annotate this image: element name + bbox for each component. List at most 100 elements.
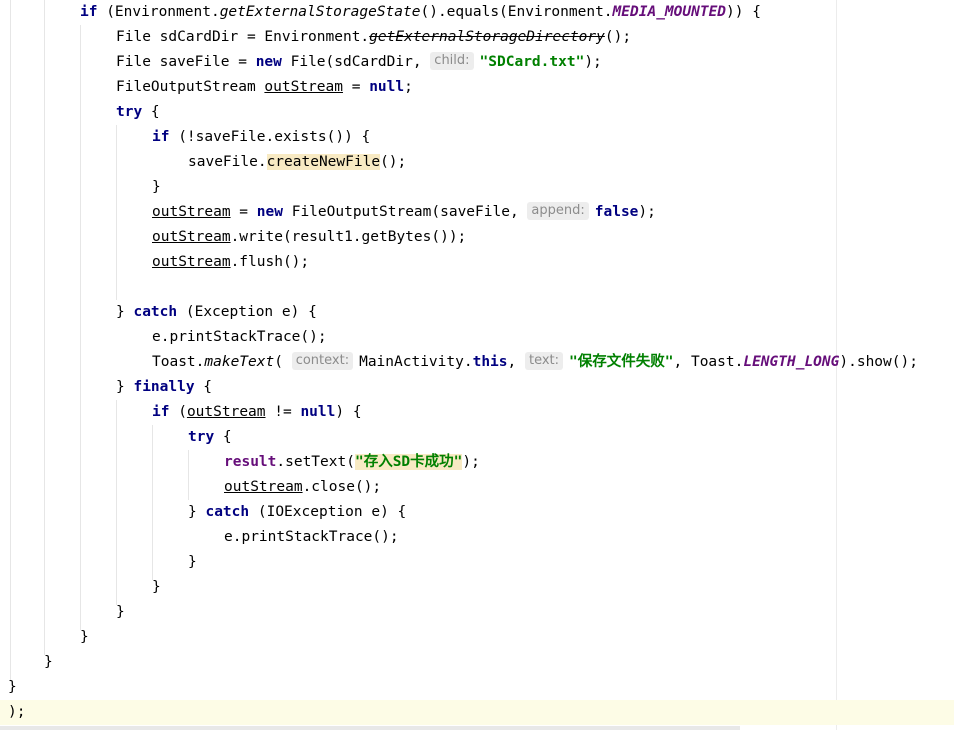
code-text: (: [274, 354, 292, 370]
code-line[interactable]: e.printStackTrace();: [8, 525, 954, 550]
code-text: (Exception e) {: [177, 304, 317, 320]
code-text: }: [188, 554, 197, 570]
code-text: ).show();: [839, 354, 918, 370]
code-text: }: [116, 379, 134, 395]
code-text: );: [8, 704, 26, 720]
code-line[interactable]: }: [8, 575, 954, 600]
code-line[interactable]: e.printStackTrace();: [8, 325, 954, 350]
method-name: createNewFile: [266, 154, 381, 170]
variable: outStream: [264, 79, 343, 95]
code-text: .write(result1.getBytes());: [230, 229, 467, 245]
code-line[interactable]: } catch (IOException e) {: [8, 500, 954, 525]
code-text: File(sdCardDir,: [281, 54, 431, 70]
code-editor[interactable]: if (Environment.getExternalStorageState(…: [0, 0, 954, 730]
code-text: );: [462, 454, 480, 470]
code-text: File saveFile =: [116, 54, 256, 70]
code-line[interactable]: Toast.makeText( context: MainActivity.thi…: [8, 350, 954, 375]
code-line[interactable]: saveFile.createNewFile();: [8, 150, 954, 175]
code-text: ().equals(Environment.: [420, 4, 613, 20]
code-text: e.printStackTrace();: [224, 529, 399, 545]
string-literal: "保存文件失败": [569, 354, 674, 370]
code-line[interactable]: }: [8, 675, 954, 700]
code-line[interactable]: if (!saveFile.exists()) {: [8, 125, 954, 150]
code-text: ();: [604, 29, 632, 45]
variable: outStream: [224, 479, 303, 495]
keyword: false: [594, 204, 639, 220]
code-text: }: [8, 679, 17, 695]
code-text: ,: [507, 354, 525, 370]
code-text: !=: [265, 404, 301, 420]
keyword: catch: [205, 504, 250, 520]
code-text: FileOutputStream(saveFile,: [282, 204, 528, 220]
code-text: }: [152, 579, 161, 595]
horizontal-scrollbar[interactable]: [0, 726, 740, 730]
variable: outStream: [186, 404, 266, 420]
string-literal: "存入SD卡成功": [354, 454, 463, 470]
code-line[interactable]: } catch (Exception e) {: [8, 300, 954, 325]
variable: outStream: [152, 229, 231, 245]
code-text: (!saveFile.exists()) {: [169, 129, 371, 145]
code-line[interactable]: File sdCardDir = Environment.getExternal…: [8, 25, 954, 50]
code-line[interactable]: try {: [8, 100, 954, 125]
variable: outStream: [152, 204, 231, 220]
code-line[interactable]: FileOutputStream outStream = null;: [8, 75, 954, 100]
code-line[interactable]: } finally {: [8, 375, 954, 400]
keyword: if: [152, 129, 170, 145]
code-text: }: [116, 304, 134, 320]
deprecated-method: getExternalStorageDirectory: [369, 29, 605, 45]
keyword: new: [255, 54, 282, 70]
code-text: saveFile.: [188, 154, 267, 170]
keyword: null: [300, 404, 336, 420]
code-text: {: [194, 379, 213, 395]
code-text: }: [188, 504, 206, 520]
code-text: =: [342, 79, 370, 95]
code-text: ) {: [335, 404, 362, 420]
keyword: finally: [133, 379, 195, 395]
keyword: null: [369, 79, 405, 95]
code-text: }: [80, 629, 89, 645]
parameter-hint: context:: [291, 352, 354, 370]
current-code-line[interactable]: );: [0, 700, 954, 725]
code-text: FileOutputStream: [116, 79, 265, 95]
keyword: catch: [133, 304, 178, 320]
code-line[interactable]: if (Environment.getExternalStorageState(…: [8, 0, 954, 25]
code-line[interactable]: outStream.flush();: [8, 250, 954, 275]
code-text: , Toast.: [673, 354, 744, 370]
keyword: new: [256, 204, 283, 220]
code-text: }: [152, 179, 161, 195]
method-name: getExternalStorageState: [219, 4, 421, 20]
code-text: Toast.: [152, 354, 205, 370]
code-text: (Environment.: [97, 4, 220, 20]
code-line[interactable]: result.setText("存入SD卡成功");: [8, 450, 954, 475]
code-text: MainActivity.: [359, 354, 473, 370]
code-text: =: [230, 204, 257, 220]
parameter-hint: child:: [430, 52, 474, 70]
parameter-hint: text:: [524, 352, 564, 370]
code-text: ;: [404, 79, 413, 95]
constant: MEDIA_MOUNTED: [612, 4, 727, 20]
code-line[interactable]: }: [8, 550, 954, 575]
code-text: );: [638, 204, 656, 220]
code-text: e.printStackTrace();: [152, 329, 327, 345]
code-line[interactable]: outStream.write(result1.getBytes());: [8, 225, 954, 250]
code-text: );: [584, 54, 602, 70]
code-line[interactable]: File saveFile = new File(sdCardDir, chil…: [8, 50, 954, 75]
method-name: makeText: [204, 354, 275, 370]
code-line[interactable]: outStream.close();: [8, 475, 954, 500]
code-line[interactable]: if (outStream != null) {: [8, 400, 954, 425]
variable: outStream: [152, 254, 231, 270]
code-text: }: [44, 654, 53, 670]
code-line[interactable]: }: [8, 175, 954, 200]
code-text: )) {: [726, 4, 761, 20]
code-text: (: [169, 404, 187, 420]
code-text: }: [116, 604, 125, 620]
code-text: .close();: [302, 479, 382, 495]
code-line[interactable]: }: [8, 625, 954, 650]
code-text: ();: [380, 154, 407, 170]
code-line[interactable]: outStream = new FileOutputStream(saveFil…: [8, 200, 954, 225]
code-line[interactable]: try {: [8, 425, 954, 450]
code-line[interactable]: }: [8, 650, 954, 675]
code-line[interactable]: }: [8, 600, 954, 625]
code-text: .flush();: [230, 254, 310, 270]
code-text: {: [214, 429, 232, 445]
